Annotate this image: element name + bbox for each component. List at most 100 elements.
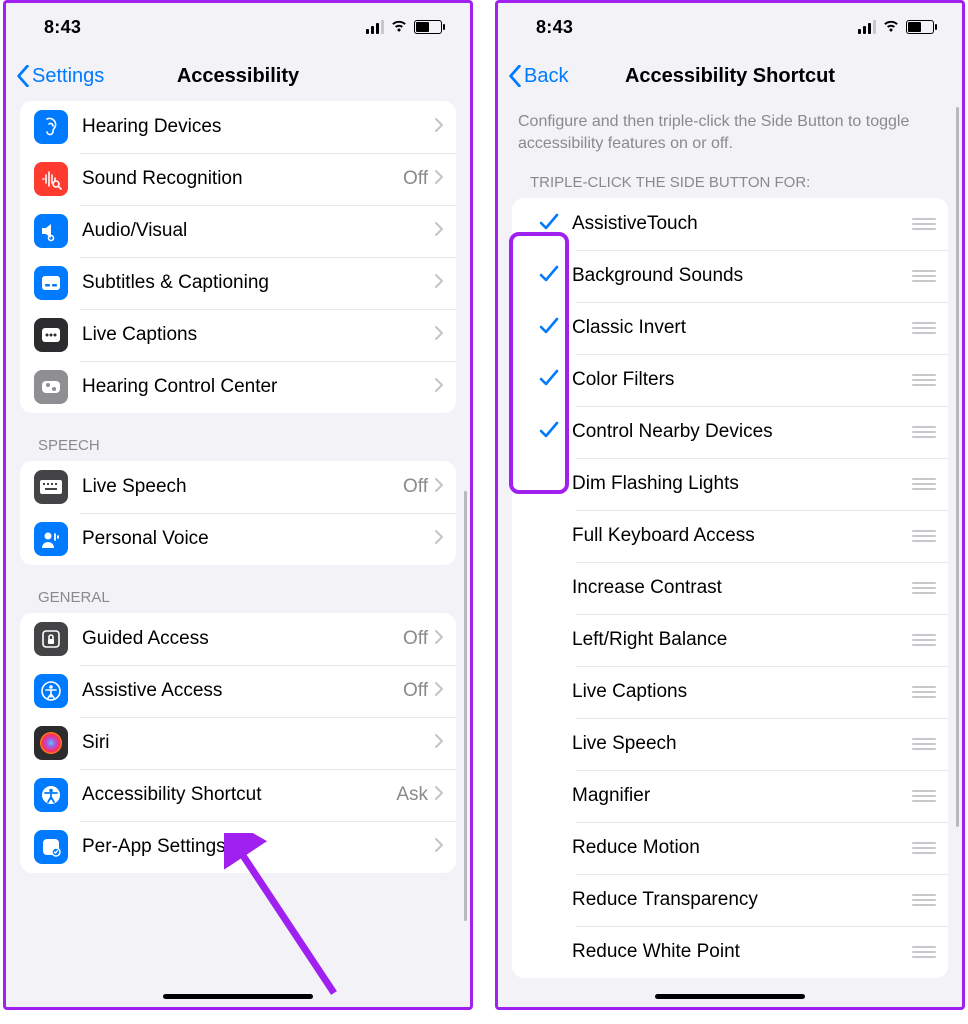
settings-row[interactable]: Assistive Access Off — [20, 665, 456, 717]
shortcut-row[interactable]: Classic Invert — [512, 302, 948, 354]
settings-row[interactable]: Per-App Settings — [20, 821, 456, 873]
accessibility-icon — [34, 778, 68, 812]
drag-handle-icon[interactable] — [912, 946, 936, 958]
row-value: Off — [403, 628, 428, 650]
shortcut-row[interactable]: Color Filters — [512, 354, 948, 406]
shortcut-row[interactable]: AssistiveTouch — [512, 198, 948, 250]
chevron-right-icon — [434, 377, 444, 398]
drag-handle-icon[interactable] — [912, 478, 936, 490]
settings-row[interactable]: Subtitles & Captioning — [20, 257, 456, 309]
row-label: Hearing Devices — [82, 116, 434, 138]
row-label: Live Captions — [572, 681, 904, 703]
audio-visual-icon — [34, 214, 68, 248]
lock-icon — [34, 622, 68, 656]
row-value: Off — [403, 476, 428, 498]
shortcut-row[interactable]: Live Captions — [512, 666, 948, 718]
shortcut-row[interactable]: Control Nearby Devices — [512, 406, 948, 458]
row-label: Sound Recognition — [82, 168, 403, 190]
row-label: Left/Right Balance — [572, 629, 904, 651]
cell-signal-icon — [858, 20, 876, 34]
settings-row[interactable]: Hearing Devices — [20, 101, 456, 153]
captions-icon — [34, 266, 68, 300]
drag-handle-icon[interactable] — [912, 842, 936, 854]
drag-handle-icon[interactable] — [912, 530, 936, 542]
row-label: Live Captions — [82, 324, 434, 346]
shortcut-row[interactable]: Magnifier — [512, 770, 948, 822]
back-button[interactable]: Back — [508, 65, 568, 88]
shortcut-row[interactable]: Reduce Motion — [512, 822, 948, 874]
settings-row[interactable]: Siri — [20, 717, 456, 769]
row-label: Live Speech — [82, 476, 403, 498]
nav-bar: Back Accessibility Shortcut — [498, 51, 962, 101]
status-time: 8:43 — [44, 17, 81, 38]
back-button[interactable]: Settings — [16, 65, 104, 88]
settings-row[interactable]: Live Speech Off — [20, 461, 456, 513]
checkmark-icon — [526, 367, 572, 393]
row-label: Reduce Motion — [572, 837, 904, 859]
shortcut-row[interactable]: Reduce Transparency — [512, 874, 948, 926]
chevron-right-icon — [434, 325, 444, 346]
ear-icon — [34, 110, 68, 144]
row-label: Hearing Control Center — [82, 376, 434, 398]
row-value: Ask — [396, 784, 428, 806]
drag-handle-icon[interactable] — [912, 270, 936, 282]
row-label: Personal Voice — [82, 528, 434, 550]
drag-handle-icon[interactable] — [912, 582, 936, 594]
drag-handle-icon[interactable] — [912, 322, 936, 334]
settings-row[interactable]: Hearing Control Center — [20, 361, 456, 413]
scrollbar[interactable] — [956, 107, 959, 827]
hearing-group: Hearing Devices Sound Recognition Off Au… — [20, 101, 456, 413]
drag-handle-icon[interactable] — [912, 634, 936, 646]
chevron-left-icon — [508, 65, 522, 87]
checkmark-icon — [526, 315, 572, 341]
chevron-right-icon — [434, 169, 444, 190]
home-indicator[interactable] — [655, 994, 805, 999]
shortcut-row[interactable]: Left/Right Balance — [512, 614, 948, 666]
shortcut-row[interactable]: Full Keyboard Access — [512, 510, 948, 562]
assistive-access-icon — [34, 674, 68, 708]
drag-handle-icon[interactable] — [912, 686, 936, 698]
row-label: Per-App Settings — [82, 836, 434, 858]
status-icons — [366, 17, 442, 37]
chevron-right-icon — [434, 273, 444, 294]
settings-row[interactable]: Sound Recognition Off — [20, 153, 456, 205]
settings-row[interactable]: Accessibility Shortcut Ask — [20, 769, 456, 821]
live-captions-icon — [34, 318, 68, 352]
per-app-icon — [34, 830, 68, 864]
row-label: Full Keyboard Access — [572, 525, 904, 547]
drag-handle-icon[interactable] — [912, 790, 936, 802]
shortcut-row[interactable]: Background Sounds — [512, 250, 948, 302]
settings-row[interactable]: Personal Voice — [20, 513, 456, 565]
person-voice-icon — [34, 522, 68, 556]
row-label: Control Nearby Devices — [572, 421, 904, 443]
drag-handle-icon[interactable] — [912, 218, 936, 230]
chevron-right-icon — [434, 529, 444, 550]
row-label: Siri — [82, 732, 434, 754]
section-description: Configure and then triple-click the Side… — [518, 111, 942, 154]
shortcut-row[interactable]: Live Speech — [512, 718, 948, 770]
settings-row[interactable]: Audio/Visual — [20, 205, 456, 257]
section-header-triple-click: TRIPLE-CLICK THE SIDE BUTTON FOR: — [530, 174, 948, 191]
drag-handle-icon[interactable] — [912, 374, 936, 386]
shortcut-row[interactable]: Dim Flashing Lights — [512, 458, 948, 510]
settings-row[interactable]: Live Captions — [20, 309, 456, 361]
siri-icon — [34, 726, 68, 760]
row-label: Increase Contrast — [572, 577, 904, 599]
waveform-search-icon — [34, 162, 68, 196]
wifi-icon — [882, 17, 900, 37]
shortcut-row[interactable]: Reduce White Point — [512, 926, 948, 978]
section-header-speech: SPEECH — [38, 437, 456, 454]
chevron-left-icon — [16, 65, 30, 87]
settings-row[interactable]: Guided Access Off — [20, 613, 456, 665]
drag-handle-icon[interactable] — [912, 894, 936, 906]
drag-handle-icon[interactable] — [912, 426, 936, 438]
chevron-right-icon — [434, 477, 444, 498]
drag-handle-icon[interactable] — [912, 738, 936, 750]
keyboard-icon — [34, 470, 68, 504]
accessibility-shortcut-screen: 8:43 Back Accessibility Shortcut Configu… — [495, 0, 965, 1010]
checkmark-icon — [526, 263, 572, 289]
row-value: Off — [403, 168, 428, 190]
scrollbar[interactable] — [464, 491, 467, 921]
home-indicator[interactable] — [163, 994, 313, 999]
shortcut-row[interactable]: Increase Contrast — [512, 562, 948, 614]
